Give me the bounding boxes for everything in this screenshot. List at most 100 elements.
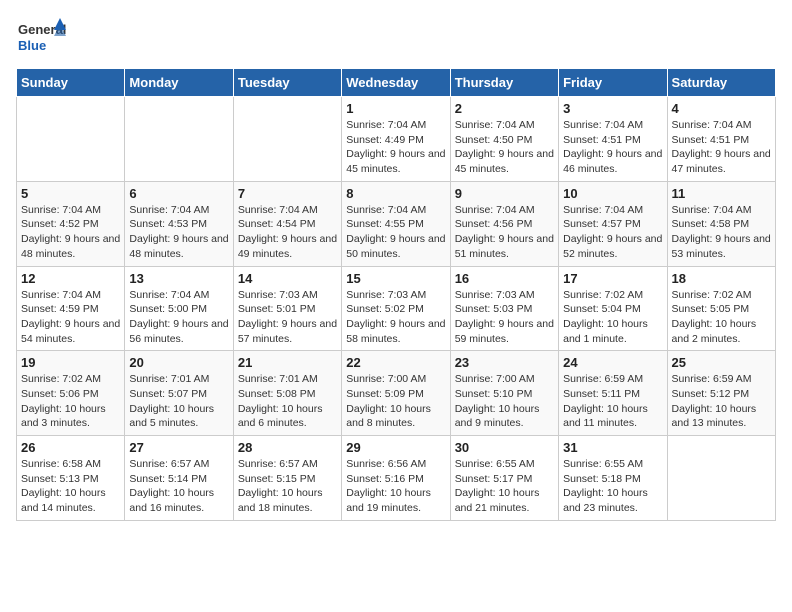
calendar-cell: 28 Sunrise: 6:57 AM Sunset: 5:15 PM Dayl…: [233, 436, 341, 521]
day-number: 6: [129, 186, 228, 201]
calendar-cell: 15 Sunrise: 7:03 AM Sunset: 5:02 PM Dayl…: [342, 266, 450, 351]
calendar-cell: 20 Sunrise: 7:01 AM Sunset: 5:07 PM Dayl…: [125, 351, 233, 436]
calendar-table: SundayMondayTuesdayWednesdayThursdayFrid…: [16, 68, 776, 521]
calendar-cell: [17, 97, 125, 182]
day-detail: Sunrise: 7:04 AM Sunset: 4:57 PM Dayligh…: [563, 203, 662, 262]
day-number: 1: [346, 101, 445, 116]
day-detail: Sunrise: 7:04 AM Sunset: 4:55 PM Dayligh…: [346, 203, 445, 262]
day-number: 18: [672, 271, 771, 286]
calendar-cell: 29 Sunrise: 6:56 AM Sunset: 5:16 PM Dayl…: [342, 436, 450, 521]
weekday-header: Sunday: [17, 69, 125, 97]
day-detail: Sunrise: 7:02 AM Sunset: 5:06 PM Dayligh…: [21, 372, 120, 431]
day-number: 28: [238, 440, 337, 455]
svg-text:Blue: Blue: [18, 38, 46, 53]
day-number: 30: [455, 440, 554, 455]
calendar-week-row: 19 Sunrise: 7:02 AM Sunset: 5:06 PM Dayl…: [17, 351, 776, 436]
day-detail: Sunrise: 7:01 AM Sunset: 5:07 PM Dayligh…: [129, 372, 228, 431]
calendar-cell: 27 Sunrise: 6:57 AM Sunset: 5:14 PM Dayl…: [125, 436, 233, 521]
day-number: 14: [238, 271, 337, 286]
day-number: 15: [346, 271, 445, 286]
day-detail: Sunrise: 7:00 AM Sunset: 5:10 PM Dayligh…: [455, 372, 554, 431]
day-detail: Sunrise: 7:04 AM Sunset: 4:49 PM Dayligh…: [346, 118, 445, 177]
logo: General Blue: [16, 16, 66, 56]
calendar-cell: 8 Sunrise: 7:04 AM Sunset: 4:55 PM Dayli…: [342, 181, 450, 266]
day-number: 3: [563, 101, 662, 116]
calendar-week-row: 26 Sunrise: 6:58 AM Sunset: 5:13 PM Dayl…: [17, 436, 776, 521]
day-detail: Sunrise: 7:04 AM Sunset: 4:51 PM Dayligh…: [563, 118, 662, 177]
day-detail: Sunrise: 7:01 AM Sunset: 5:08 PM Dayligh…: [238, 372, 337, 431]
day-detail: Sunrise: 7:04 AM Sunset: 4:54 PM Dayligh…: [238, 203, 337, 262]
calendar-cell: 3 Sunrise: 7:04 AM Sunset: 4:51 PM Dayli…: [559, 97, 667, 182]
day-number: 25: [672, 355, 771, 370]
day-number: 26: [21, 440, 120, 455]
calendar-cell: 10 Sunrise: 7:04 AM Sunset: 4:57 PM Dayl…: [559, 181, 667, 266]
day-detail: Sunrise: 7:03 AM Sunset: 5:01 PM Dayligh…: [238, 288, 337, 347]
calendar-cell: 13 Sunrise: 7:04 AM Sunset: 5:00 PM Dayl…: [125, 266, 233, 351]
day-number: 9: [455, 186, 554, 201]
calendar-cell: 14 Sunrise: 7:03 AM Sunset: 5:01 PM Dayl…: [233, 266, 341, 351]
calendar-week-row: 1 Sunrise: 7:04 AM Sunset: 4:49 PM Dayli…: [17, 97, 776, 182]
day-number: 12: [21, 271, 120, 286]
day-number: 2: [455, 101, 554, 116]
day-number: 13: [129, 271, 228, 286]
calendar-cell: 9 Sunrise: 7:04 AM Sunset: 4:56 PM Dayli…: [450, 181, 558, 266]
calendar-cell: 19 Sunrise: 7:02 AM Sunset: 5:06 PM Dayl…: [17, 351, 125, 436]
calendar-cell: 26 Sunrise: 6:58 AM Sunset: 5:13 PM Dayl…: [17, 436, 125, 521]
day-detail: Sunrise: 6:56 AM Sunset: 5:16 PM Dayligh…: [346, 457, 445, 516]
day-detail: Sunrise: 7:04 AM Sunset: 4:52 PM Dayligh…: [21, 203, 120, 262]
calendar-cell: [667, 436, 775, 521]
day-detail: Sunrise: 7:04 AM Sunset: 4:53 PM Dayligh…: [129, 203, 228, 262]
calendar-cell: 22 Sunrise: 7:00 AM Sunset: 5:09 PM Dayl…: [342, 351, 450, 436]
calendar-cell: 21 Sunrise: 7:01 AM Sunset: 5:08 PM Dayl…: [233, 351, 341, 436]
day-number: 27: [129, 440, 228, 455]
day-number: 11: [672, 186, 771, 201]
day-detail: Sunrise: 7:03 AM Sunset: 5:02 PM Dayligh…: [346, 288, 445, 347]
weekday-header: Thursday: [450, 69, 558, 97]
calendar-cell: 23 Sunrise: 7:00 AM Sunset: 5:10 PM Dayl…: [450, 351, 558, 436]
logo-svg: General Blue: [16, 16, 66, 56]
day-number: 31: [563, 440, 662, 455]
day-detail: Sunrise: 7:03 AM Sunset: 5:03 PM Dayligh…: [455, 288, 554, 347]
calendar-cell: 5 Sunrise: 7:04 AM Sunset: 4:52 PM Dayli…: [17, 181, 125, 266]
day-number: 7: [238, 186, 337, 201]
calendar-cell: 31 Sunrise: 6:55 AM Sunset: 5:18 PM Dayl…: [559, 436, 667, 521]
day-detail: Sunrise: 6:59 AM Sunset: 5:11 PM Dayligh…: [563, 372, 662, 431]
day-detail: Sunrise: 7:02 AM Sunset: 5:05 PM Dayligh…: [672, 288, 771, 347]
day-detail: Sunrise: 7:04 AM Sunset: 4:58 PM Dayligh…: [672, 203, 771, 262]
day-number: 29: [346, 440, 445, 455]
calendar-cell: 4 Sunrise: 7:04 AM Sunset: 4:51 PM Dayli…: [667, 97, 775, 182]
weekday-header: Wednesday: [342, 69, 450, 97]
calendar-cell: 1 Sunrise: 7:04 AM Sunset: 4:49 PM Dayli…: [342, 97, 450, 182]
calendar-cell: 7 Sunrise: 7:04 AM Sunset: 4:54 PM Dayli…: [233, 181, 341, 266]
day-detail: Sunrise: 6:57 AM Sunset: 5:14 PM Dayligh…: [129, 457, 228, 516]
day-number: 8: [346, 186, 445, 201]
day-detail: Sunrise: 7:04 AM Sunset: 5:00 PM Dayligh…: [129, 288, 228, 347]
calendar-cell: 18 Sunrise: 7:02 AM Sunset: 5:05 PM Dayl…: [667, 266, 775, 351]
calendar-cell: 30 Sunrise: 6:55 AM Sunset: 5:17 PM Dayl…: [450, 436, 558, 521]
calendar-cell: 25 Sunrise: 6:59 AM Sunset: 5:12 PM Dayl…: [667, 351, 775, 436]
weekday-header: Friday: [559, 69, 667, 97]
day-number: 21: [238, 355, 337, 370]
weekday-header: Monday: [125, 69, 233, 97]
day-detail: Sunrise: 6:55 AM Sunset: 5:18 PM Dayligh…: [563, 457, 662, 516]
day-detail: Sunrise: 7:02 AM Sunset: 5:04 PM Dayligh…: [563, 288, 662, 347]
day-detail: Sunrise: 7:00 AM Sunset: 5:09 PM Dayligh…: [346, 372, 445, 431]
calendar-cell: [233, 97, 341, 182]
day-detail: Sunrise: 7:04 AM Sunset: 4:50 PM Dayligh…: [455, 118, 554, 177]
calendar-cell: 17 Sunrise: 7:02 AM Sunset: 5:04 PM Dayl…: [559, 266, 667, 351]
day-detail: Sunrise: 7:04 AM Sunset: 4:51 PM Dayligh…: [672, 118, 771, 177]
calendar-week-row: 5 Sunrise: 7:04 AM Sunset: 4:52 PM Dayli…: [17, 181, 776, 266]
day-number: 23: [455, 355, 554, 370]
calendar-cell: 6 Sunrise: 7:04 AM Sunset: 4:53 PM Dayli…: [125, 181, 233, 266]
day-detail: Sunrise: 6:58 AM Sunset: 5:13 PM Dayligh…: [21, 457, 120, 516]
calendar-week-row: 12 Sunrise: 7:04 AM Sunset: 4:59 PM Dayl…: [17, 266, 776, 351]
day-number: 10: [563, 186, 662, 201]
day-number: 16: [455, 271, 554, 286]
day-number: 24: [563, 355, 662, 370]
calendar-cell: 24 Sunrise: 6:59 AM Sunset: 5:11 PM Dayl…: [559, 351, 667, 436]
day-number: 19: [21, 355, 120, 370]
day-number: 22: [346, 355, 445, 370]
calendar-cell: 12 Sunrise: 7:04 AM Sunset: 4:59 PM Dayl…: [17, 266, 125, 351]
day-detail: Sunrise: 7:04 AM Sunset: 4:56 PM Dayligh…: [455, 203, 554, 262]
day-number: 17: [563, 271, 662, 286]
